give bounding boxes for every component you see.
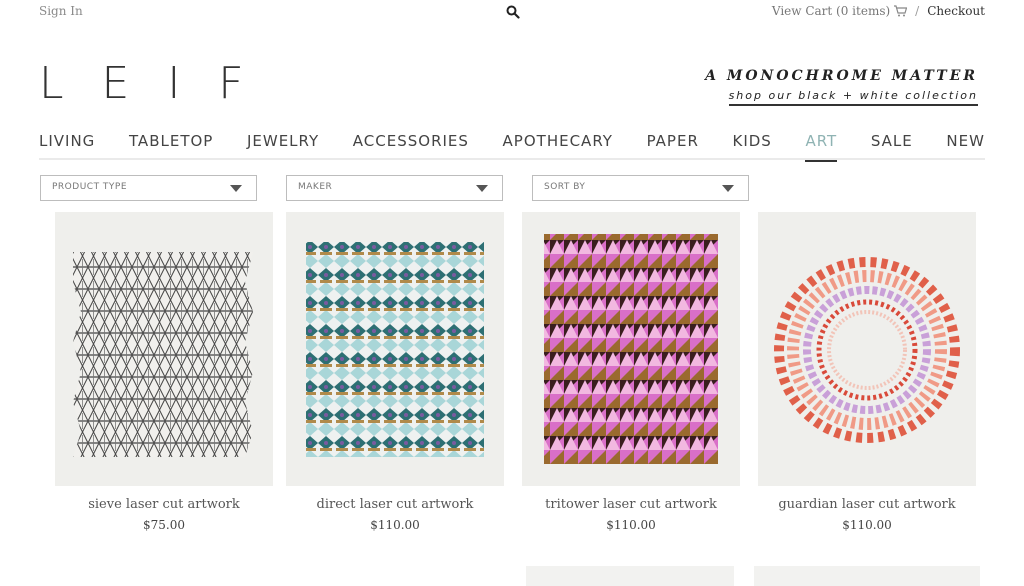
product-price: $110.00 xyxy=(606,518,656,532)
chevron-down-icon xyxy=(476,185,488,192)
nav-item-paper[interactable]: PAPER xyxy=(647,130,699,160)
chevron-down-icon xyxy=(722,185,734,192)
search-icon[interactable] xyxy=(506,5,520,19)
promo-subtitle[interactable]: shop our black + white collection xyxy=(728,89,978,106)
direct-artwork-image xyxy=(306,242,484,457)
nav-item-art[interactable]: ART xyxy=(805,130,838,162)
site-logo[interactable]: LEIF xyxy=(39,60,282,108)
nav-item-jewelry[interactable]: JEWELRY xyxy=(247,130,319,160)
product-image[interactable] xyxy=(522,212,740,486)
nav-item-apothecary[interactable]: APOTHECARY xyxy=(503,130,613,160)
promo-title: A MONOCHROME MATTER xyxy=(705,68,978,84)
product-price: $110.00 xyxy=(842,518,892,532)
nav-item-accessories[interactable]: ACCESSORIES xyxy=(353,130,469,160)
product-name[interactable]: direct laser cut artwork xyxy=(286,497,504,512)
cart-area: View Cart (0 items) / Checkout xyxy=(772,4,985,18)
product-card[interactable]: direct laser cut artwork $110.00 xyxy=(286,212,504,532)
cart-separator: / xyxy=(915,4,920,18)
product-name[interactable]: sieve laser cut artwork xyxy=(55,497,273,512)
checkout-link[interactable]: Checkout xyxy=(927,4,985,18)
sort-by-select[interactable]: SORT BY xyxy=(532,175,749,201)
product-price: $75.00 xyxy=(143,518,185,532)
product-image[interactable] xyxy=(758,212,976,486)
nav-item-living[interactable]: LIVING xyxy=(39,130,95,160)
product-card[interactable]: sieve laser cut artwork $75.00 xyxy=(55,212,273,532)
product-name[interactable]: guardian laser cut artwork xyxy=(758,497,976,512)
sieve-artwork-image xyxy=(73,252,253,457)
product-type-select[interactable]: PRODUCT TYPE xyxy=(40,175,257,201)
product-card[interactable]: tritower laser cut artwork $110.00 xyxy=(522,212,740,532)
sign-in-link[interactable]: Sign In xyxy=(39,4,83,18)
nav-item-new[interactable]: NEW xyxy=(946,130,985,160)
product-type-label: PRODUCT TYPE xyxy=(52,182,128,192)
maker-label: MAKER xyxy=(298,182,333,192)
nav-item-sale[interactable]: SALE xyxy=(871,130,913,160)
chevron-down-icon xyxy=(230,185,242,192)
product-image[interactable] xyxy=(286,212,504,486)
maker-select[interactable]: MAKER xyxy=(286,175,503,201)
product-name[interactable]: tritower laser cut artwork xyxy=(522,497,740,512)
guardian-artwork-image xyxy=(774,257,960,443)
product-image[interactable] xyxy=(55,212,273,486)
nav-item-tabletop[interactable]: TABLETOP xyxy=(129,130,213,160)
product-card[interactable]: guardian laser cut artwork $110.00 xyxy=(758,212,976,532)
top-bar: Sign In View Cart (0 items) / Checkout xyxy=(0,0,1024,24)
main-nav: LIVING TABLETOP JEWELRY ACCESSORIES APOT… xyxy=(39,130,985,162)
next-row-product-image[interactable] xyxy=(526,566,734,586)
tritower-artwork-image xyxy=(544,234,718,464)
nav-item-kids[interactable]: KIDS xyxy=(733,130,772,160)
promo-banner[interactable]: A MONOCHROME MATTER shop our black + whi… xyxy=(705,68,978,106)
view-cart-link[interactable]: View Cart (0 items) xyxy=(772,4,890,18)
sort-by-label: SORT BY xyxy=(544,182,586,192)
next-row-product-image[interactable] xyxy=(754,566,980,586)
product-price: $110.00 xyxy=(370,518,420,532)
cart-icon[interactable] xyxy=(894,5,908,17)
